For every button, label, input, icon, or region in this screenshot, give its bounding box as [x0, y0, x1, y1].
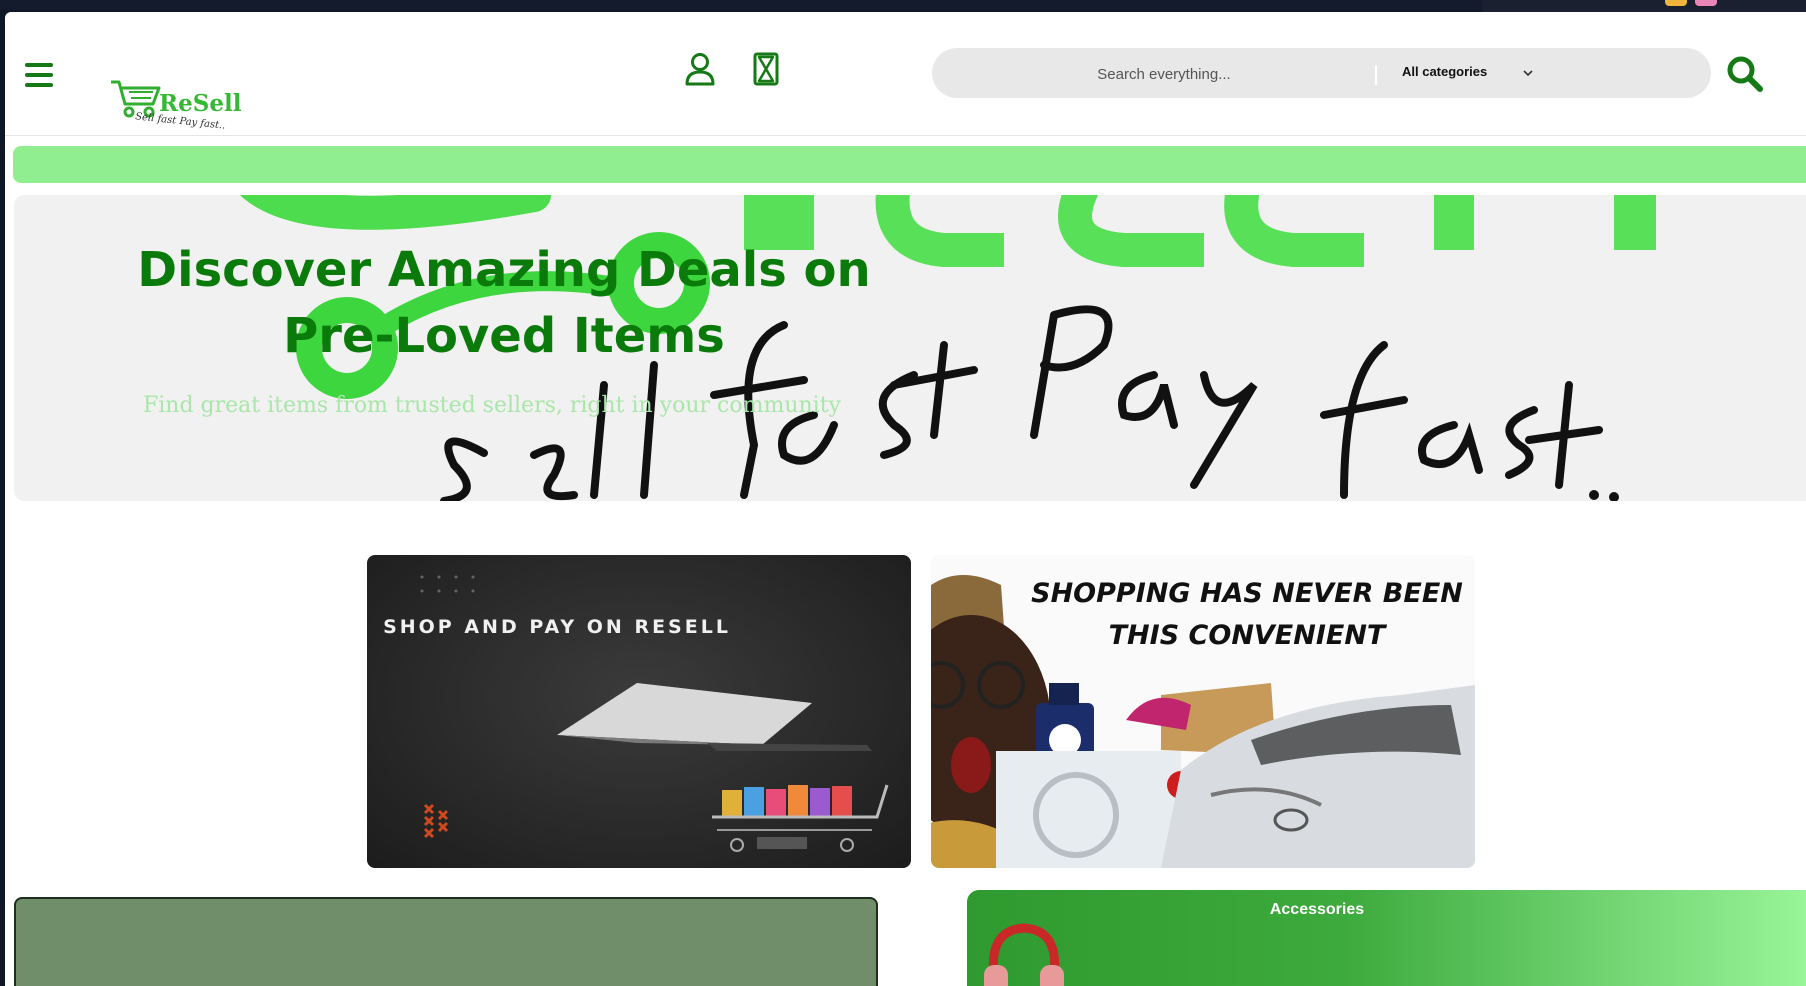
promo-banner-shop-and-pay[interactable]: SHOP AND PAY ON RESELL: [367, 555, 911, 868]
logo-name: ReSell: [159, 90, 242, 117]
promo-banner-headline: SHOPPING HAS NEVER BEEN THIS CONVENIENT: [1031, 578, 1463, 651]
page: ReSell Sell fast Pay fast.. All categori…: [5, 12, 1806, 986]
search-input[interactable]: [952, 58, 1376, 90]
hero-title: Discover Amazing Deals on Pre-Loved Item…: [137, 242, 871, 364]
headphones-icon: [984, 923, 1064, 986]
hourglass-icon[interactable]: [753, 52, 779, 86]
category-select[interactable]: All categories: [1402, 62, 1542, 86]
popup-badge-pink: [1695, 0, 1717, 6]
search-divider: [1375, 65, 1377, 85]
announcement-bar: [13, 146, 1806, 183]
category-card[interactable]: [14, 897, 878, 986]
chevron-down-icon: [1523, 70, 1533, 77]
category-card-accessories[interactable]: Accessories: [967, 890, 1806, 986]
user-icon[interactable]: [685, 52, 715, 86]
hero-subtitle: Find great items from trusted sellers, r…: [143, 393, 841, 418]
search-icon[interactable]: [1725, 54, 1765, 94]
site-logo[interactable]: ReSell Sell fast Pay fast..: [109, 70, 241, 132]
hamburger-icon[interactable]: [25, 62, 53, 88]
hero-banner: Discover Amazing Deals on Pre-Loved Item…: [14, 195, 1806, 501]
popup-badge-yellow: [1665, 0, 1687, 6]
category-select-label: All categories: [1402, 64, 1488, 79]
search-bar: All categories: [932, 48, 1711, 98]
site-header: ReSell Sell fast Pay fast.. All categori…: [5, 12, 1806, 136]
promo-banner-convenient[interactable]: SHOPPING HAS NEVER BEEN THIS CONVENIENT: [931, 555, 1475, 868]
laptop-illustration: [420, 575, 889, 852]
category-title: Accessories: [1269, 901, 1365, 918]
